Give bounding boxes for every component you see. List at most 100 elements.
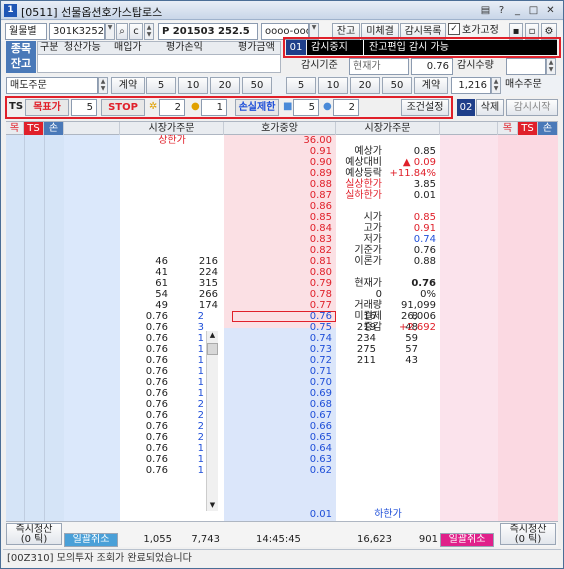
sell-spin-icon[interactable]: ▲ ▼ [98,77,108,94]
ask-count: 54 [155,289,168,300]
delete-button[interactable]: 삭제 [476,99,504,116]
dot-icon: ● [323,101,332,112]
price-cell[interactable]: 0.77 [224,300,332,311]
start-watch-button[interactable]: 감시시작 [506,99,558,116]
cancel-all-right-button[interactable]: 일괄취소 [440,533,494,547]
buy-qty-10[interactable]: 10 [318,77,348,94]
price-cell[interactable]: 0.63 [224,454,332,465]
close-icon[interactable]: ✕ [544,4,557,17]
maximize-icon[interactable]: □ [527,4,540,17]
price-cell[interactable]: 0.80 [224,267,332,278]
stock-tab[interactable]: 종목 잔고 [6,41,36,73]
clear-left-button[interactable]: 즉시청산 (0 틱) [6,523,62,545]
buy-qty-20[interactable]: 20 [350,77,380,94]
price-cell[interactable]: 0.64 [224,443,332,454]
price-cell[interactable]: 0.78 [224,289,332,300]
code-field[interactable]: P 201503 252.5 [158,23,258,40]
left-price: 0.76 [145,421,168,432]
price-cell[interactable]: 0.89 [224,168,332,179]
price-cell[interactable]: 0.85 [224,212,332,223]
sell-contract-button[interactable]: 계약 [111,77,145,94]
price-cell[interactable]: 0.86 [224,201,332,212]
minimize-icon[interactable]: _ [511,4,524,17]
price-cell[interactable]: 0.82 [224,245,332,256]
price-cell[interactable]: 0.91 [224,146,332,157]
price-cell[interactable]: 0.68 [224,399,332,410]
price-cell[interactable]: 0.67 [224,410,332,421]
price-cell[interactable]: 0.87 [224,190,332,201]
window-title: [0511] 선물옵션호가스탑로스 [21,6,163,19]
loss-field-1[interactable]: 5 [293,99,319,116]
loss-limit-button[interactable]: 손실제한 [235,99,279,116]
price-cell[interactable]: 0.83 [224,234,332,245]
price-cell[interactable]: 0.79 [224,278,332,289]
price-cell[interactable]: 0.72 [224,355,332,366]
price-cell[interactable]: 0.62 [224,465,332,476]
clear-right-button[interactable]: 즉시청산 (0 틱) [500,523,556,545]
current-price-box [232,311,336,322]
price-cell[interactable]: 0.81 [224,256,332,267]
calendar-icon[interactable]: c [129,23,143,40]
badge-01: 01 [286,40,306,55]
stop-button[interactable]: STOP [101,99,145,116]
price-cell[interactable]: 0.84 [224,223,332,234]
menu-icon[interactable]: ▤ [479,4,492,17]
scroll-thumb[interactable] [207,343,218,355]
buy-qty-5[interactable]: 5 [286,77,316,94]
price-cell[interactable]: 0.75 [224,322,332,333]
help-icon[interactable]: ? [495,4,508,17]
month-combo[interactable]: 월물별 [5,23,47,40]
target-price-button[interactable]: 목표가 [25,99,69,116]
balance-tab-label: 잔고 [10,57,32,70]
buy-qty-50[interactable]: 50 [382,77,412,94]
buy-contract-button[interactable]: 계약 [414,77,448,94]
left-qty: 1 [197,344,204,355]
scrollbar[interactable]: ▲ ▼ [206,331,218,511]
target-price-field[interactable]: 5 [71,99,97,116]
sell-qty-50[interactable]: 50 [242,77,272,94]
watch-base-price[interactable]: 0.76 [411,58,453,75]
left-price: 0.76 [145,311,168,322]
price-cell[interactable]: 0.65 [224,432,332,443]
spin-icon[interactable]: ▲ ▼ [144,23,154,40]
price-cell[interactable]: 0.69 [224,388,332,399]
circle-icon: ● [191,101,200,112]
sell-total: 1,055 [143,534,172,545]
square-icon: ■ [283,101,293,112]
product-combo[interactable]: 301K3252 [49,23,105,40]
chevron-down-icon[interactable]: ▼ [105,23,115,40]
price-cell[interactable]: 0.66 [224,421,332,432]
scroll-up-icon[interactable]: ▲ [207,331,218,341]
book-row: 0.64 0.76 1 [6,443,558,454]
window-number: 1 [4,4,17,17]
info-value: 0% [420,289,436,300]
cancel-all-left-button[interactable]: 일괄취소 [64,533,118,547]
watch-base-combo[interactable]: 현재가 [349,58,409,75]
price-cell[interactable]: 0.74 [224,333,332,344]
buy-spin-icon[interactable]: ▲ ▼ [491,77,501,94]
watch-qty-spin-icon[interactable]: ▲ ▼ [546,58,556,75]
buy-qty-field[interactable]: 1,216 [451,77,491,94]
balance-header: 구분 청산가능 매입가 평가손익 평가금액 [37,41,281,55]
stop-field-1[interactable]: 2 [159,99,185,116]
price-cell[interactable]: 0.70 [224,377,332,388]
condition-button[interactable]: 조건설정 [401,99,449,116]
search-icon[interactable]: ⌕ [116,23,128,40]
sell-qty-20[interactable]: 20 [210,77,240,94]
price-cell[interactable]: 0.88 [224,179,332,190]
sell-order-field[interactable]: 매도주문 [6,77,98,94]
sell-qty-10[interactable]: 10 [178,77,208,94]
checkbox-icon[interactable]: ✓ [448,23,460,35]
hdr-blank-2 [440,122,498,135]
price-cell[interactable]: 0.73 [224,344,332,355]
watch-qty-field[interactable] [506,58,546,75]
left-price: 0.76 [145,443,168,454]
hdr-r2: TS [518,122,538,135]
stop-field-2[interactable]: 1 [201,99,227,116]
info-label: 실하한가 [345,190,382,201]
loss-field-2[interactable]: 2 [333,99,359,116]
sell-qty-5[interactable]: 5 [146,77,176,94]
scroll-down-icon[interactable]: ▼ [207,501,218,511]
price-cell[interactable]: 0.90 [224,157,332,168]
price-cell[interactable]: 0.71 [224,366,332,377]
